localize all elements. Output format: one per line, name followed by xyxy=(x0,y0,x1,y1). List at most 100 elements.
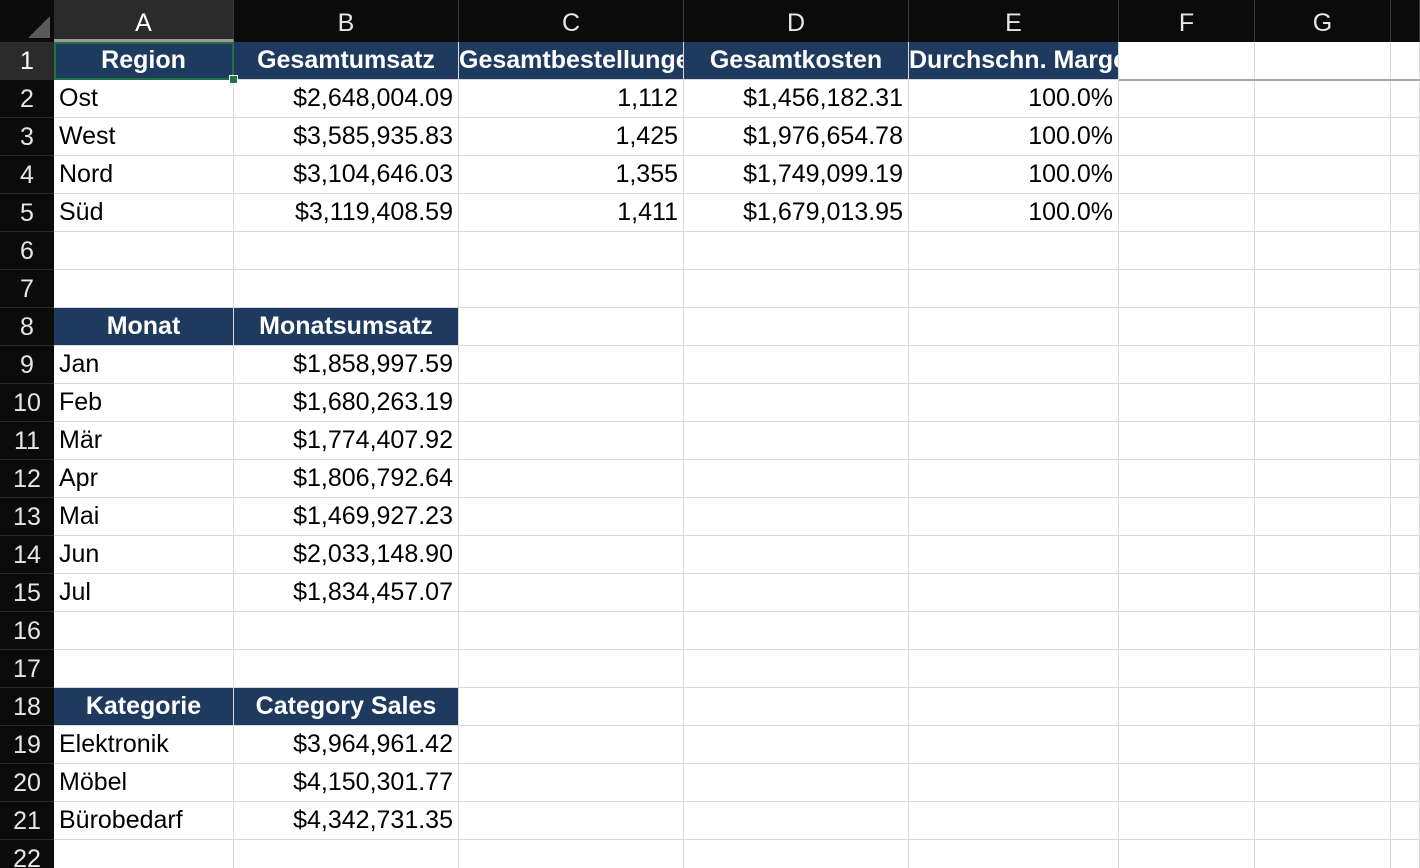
row-header-1[interactable]: 1 xyxy=(0,42,54,80)
cell-b21[interactable]: $4,342,731.35 xyxy=(234,802,459,840)
cell-g22[interactable] xyxy=(1255,840,1391,868)
cell-f20[interactable] xyxy=(1119,764,1255,802)
cell-c19[interactable] xyxy=(459,726,684,764)
cell-g2[interactable] xyxy=(1255,80,1391,118)
cell-c1[interactable]: Gesamtbestellungen xyxy=(459,42,684,80)
cell-d5[interactable]: $1,679,013.95 xyxy=(684,194,909,232)
cell-f16[interactable] xyxy=(1119,612,1255,650)
cell-d4[interactable]: $1,749,099.19 xyxy=(684,156,909,194)
cell-c15[interactable] xyxy=(459,574,684,612)
cell-b13[interactable]: $1,469,927.23 xyxy=(234,498,459,536)
cell-c16[interactable] xyxy=(459,612,684,650)
cell-e18[interactable] xyxy=(909,688,1119,726)
cell-d2[interactable]: $1,456,182.31 xyxy=(684,80,909,118)
cell-e9[interactable] xyxy=(909,346,1119,384)
cell-d3[interactable]: $1,976,654.78 xyxy=(684,118,909,156)
row-header-10[interactable]: 10 xyxy=(0,384,54,422)
cell-g5[interactable] xyxy=(1255,194,1391,232)
cell-d16[interactable] xyxy=(684,612,909,650)
column-header-d[interactable]: D xyxy=(684,0,909,42)
cell-e14[interactable] xyxy=(909,536,1119,574)
cell-a1[interactable]: Region xyxy=(54,42,234,80)
column-header-c[interactable]: C xyxy=(459,0,684,42)
cell-b15[interactable]: $1,834,457.07 xyxy=(234,574,459,612)
cell-h4[interactable] xyxy=(1391,156,1420,194)
row-header-11[interactable]: 11 xyxy=(0,422,54,460)
row-header-13[interactable]: 13 xyxy=(0,498,54,536)
cell-d15[interactable] xyxy=(684,574,909,612)
cell-d19[interactable] xyxy=(684,726,909,764)
row-header-19[interactable]: 19 xyxy=(0,726,54,764)
row-header-8[interactable]: 8 xyxy=(0,308,54,346)
cell-f22[interactable] xyxy=(1119,840,1255,868)
cell-a19[interactable]: Elektronik xyxy=(54,726,234,764)
cell-b7[interactable] xyxy=(234,270,459,308)
row-header-2[interactable]: 2 xyxy=(0,80,54,118)
cell-f1[interactable] xyxy=(1119,42,1255,80)
row-header-16[interactable]: 16 xyxy=(0,612,54,650)
column-header-a[interactable]: A xyxy=(54,0,234,42)
cell-a17[interactable] xyxy=(54,650,234,688)
cell-e21[interactable] xyxy=(909,802,1119,840)
cell-c13[interactable] xyxy=(459,498,684,536)
cell-e15[interactable] xyxy=(909,574,1119,612)
cell-a22[interactable] xyxy=(54,840,234,868)
row-header-7[interactable]: 7 xyxy=(0,270,54,308)
cell-g18[interactable] xyxy=(1255,688,1391,726)
cell-g21[interactable] xyxy=(1255,802,1391,840)
cell-g13[interactable] xyxy=(1255,498,1391,536)
cell-d17[interactable] xyxy=(684,650,909,688)
cell-f11[interactable] xyxy=(1119,422,1255,460)
row-header-3[interactable]: 3 xyxy=(0,118,54,156)
cell-h12[interactable] xyxy=(1391,460,1420,498)
cell-h16[interactable] xyxy=(1391,612,1420,650)
cell-f13[interactable] xyxy=(1119,498,1255,536)
cell-f15[interactable] xyxy=(1119,574,1255,612)
cell-c9[interactable] xyxy=(459,346,684,384)
cell-h7[interactable] xyxy=(1391,270,1420,308)
cell-a3[interactable]: West xyxy=(54,118,234,156)
cell-a11[interactable]: Mär xyxy=(54,422,234,460)
cell-e4[interactable]: 100.0% xyxy=(909,156,1119,194)
row-header-22[interactable]: 22 xyxy=(0,840,54,868)
cell-h17[interactable] xyxy=(1391,650,1420,688)
cell-c5[interactable]: 1,411 xyxy=(459,194,684,232)
cell-f21[interactable] xyxy=(1119,802,1255,840)
cell-e20[interactable] xyxy=(909,764,1119,802)
row-header-20[interactable]: 20 xyxy=(0,764,54,802)
cell-e10[interactable] xyxy=(909,384,1119,422)
fill-handle[interactable] xyxy=(229,75,238,84)
cell-h14[interactable] xyxy=(1391,536,1420,574)
cell-a5[interactable]: Süd xyxy=(54,194,234,232)
cell-a16[interactable] xyxy=(54,612,234,650)
cell-c14[interactable] xyxy=(459,536,684,574)
cell-g20[interactable] xyxy=(1255,764,1391,802)
cell-d13[interactable] xyxy=(684,498,909,536)
cell-h2[interactable] xyxy=(1391,80,1420,118)
cell-h5[interactable] xyxy=(1391,194,1420,232)
cell-f8[interactable] xyxy=(1119,308,1255,346)
cell-b12[interactable]: $1,806,792.64 xyxy=(234,460,459,498)
cell-d18[interactable] xyxy=(684,688,909,726)
cell-f7[interactable] xyxy=(1119,270,1255,308)
cell-h10[interactable] xyxy=(1391,384,1420,422)
cell-a6[interactable] xyxy=(54,232,234,270)
cell-e19[interactable] xyxy=(909,726,1119,764)
cell-c20[interactable] xyxy=(459,764,684,802)
cell-c17[interactable] xyxy=(459,650,684,688)
cell-a2[interactable]: Ost xyxy=(54,80,234,118)
cell-b3[interactable]: $3,585,935.83 xyxy=(234,118,459,156)
cell-e1[interactable]: Durchschn. Marge xyxy=(909,42,1119,80)
cell-g16[interactable] xyxy=(1255,612,1391,650)
row-header-5[interactable]: 5 xyxy=(0,194,54,232)
cell-c6[interactable] xyxy=(459,232,684,270)
cell-h9[interactable] xyxy=(1391,346,1420,384)
cell-f19[interactable] xyxy=(1119,726,1255,764)
cell-b8[interactable]: Monatsumsatz xyxy=(234,308,459,346)
cell-h6[interactable] xyxy=(1391,232,1420,270)
cell-a15[interactable]: Jul xyxy=(54,574,234,612)
cell-h20[interactable] xyxy=(1391,764,1420,802)
cell-c11[interactable] xyxy=(459,422,684,460)
cell-f6[interactable] xyxy=(1119,232,1255,270)
cell-f10[interactable] xyxy=(1119,384,1255,422)
